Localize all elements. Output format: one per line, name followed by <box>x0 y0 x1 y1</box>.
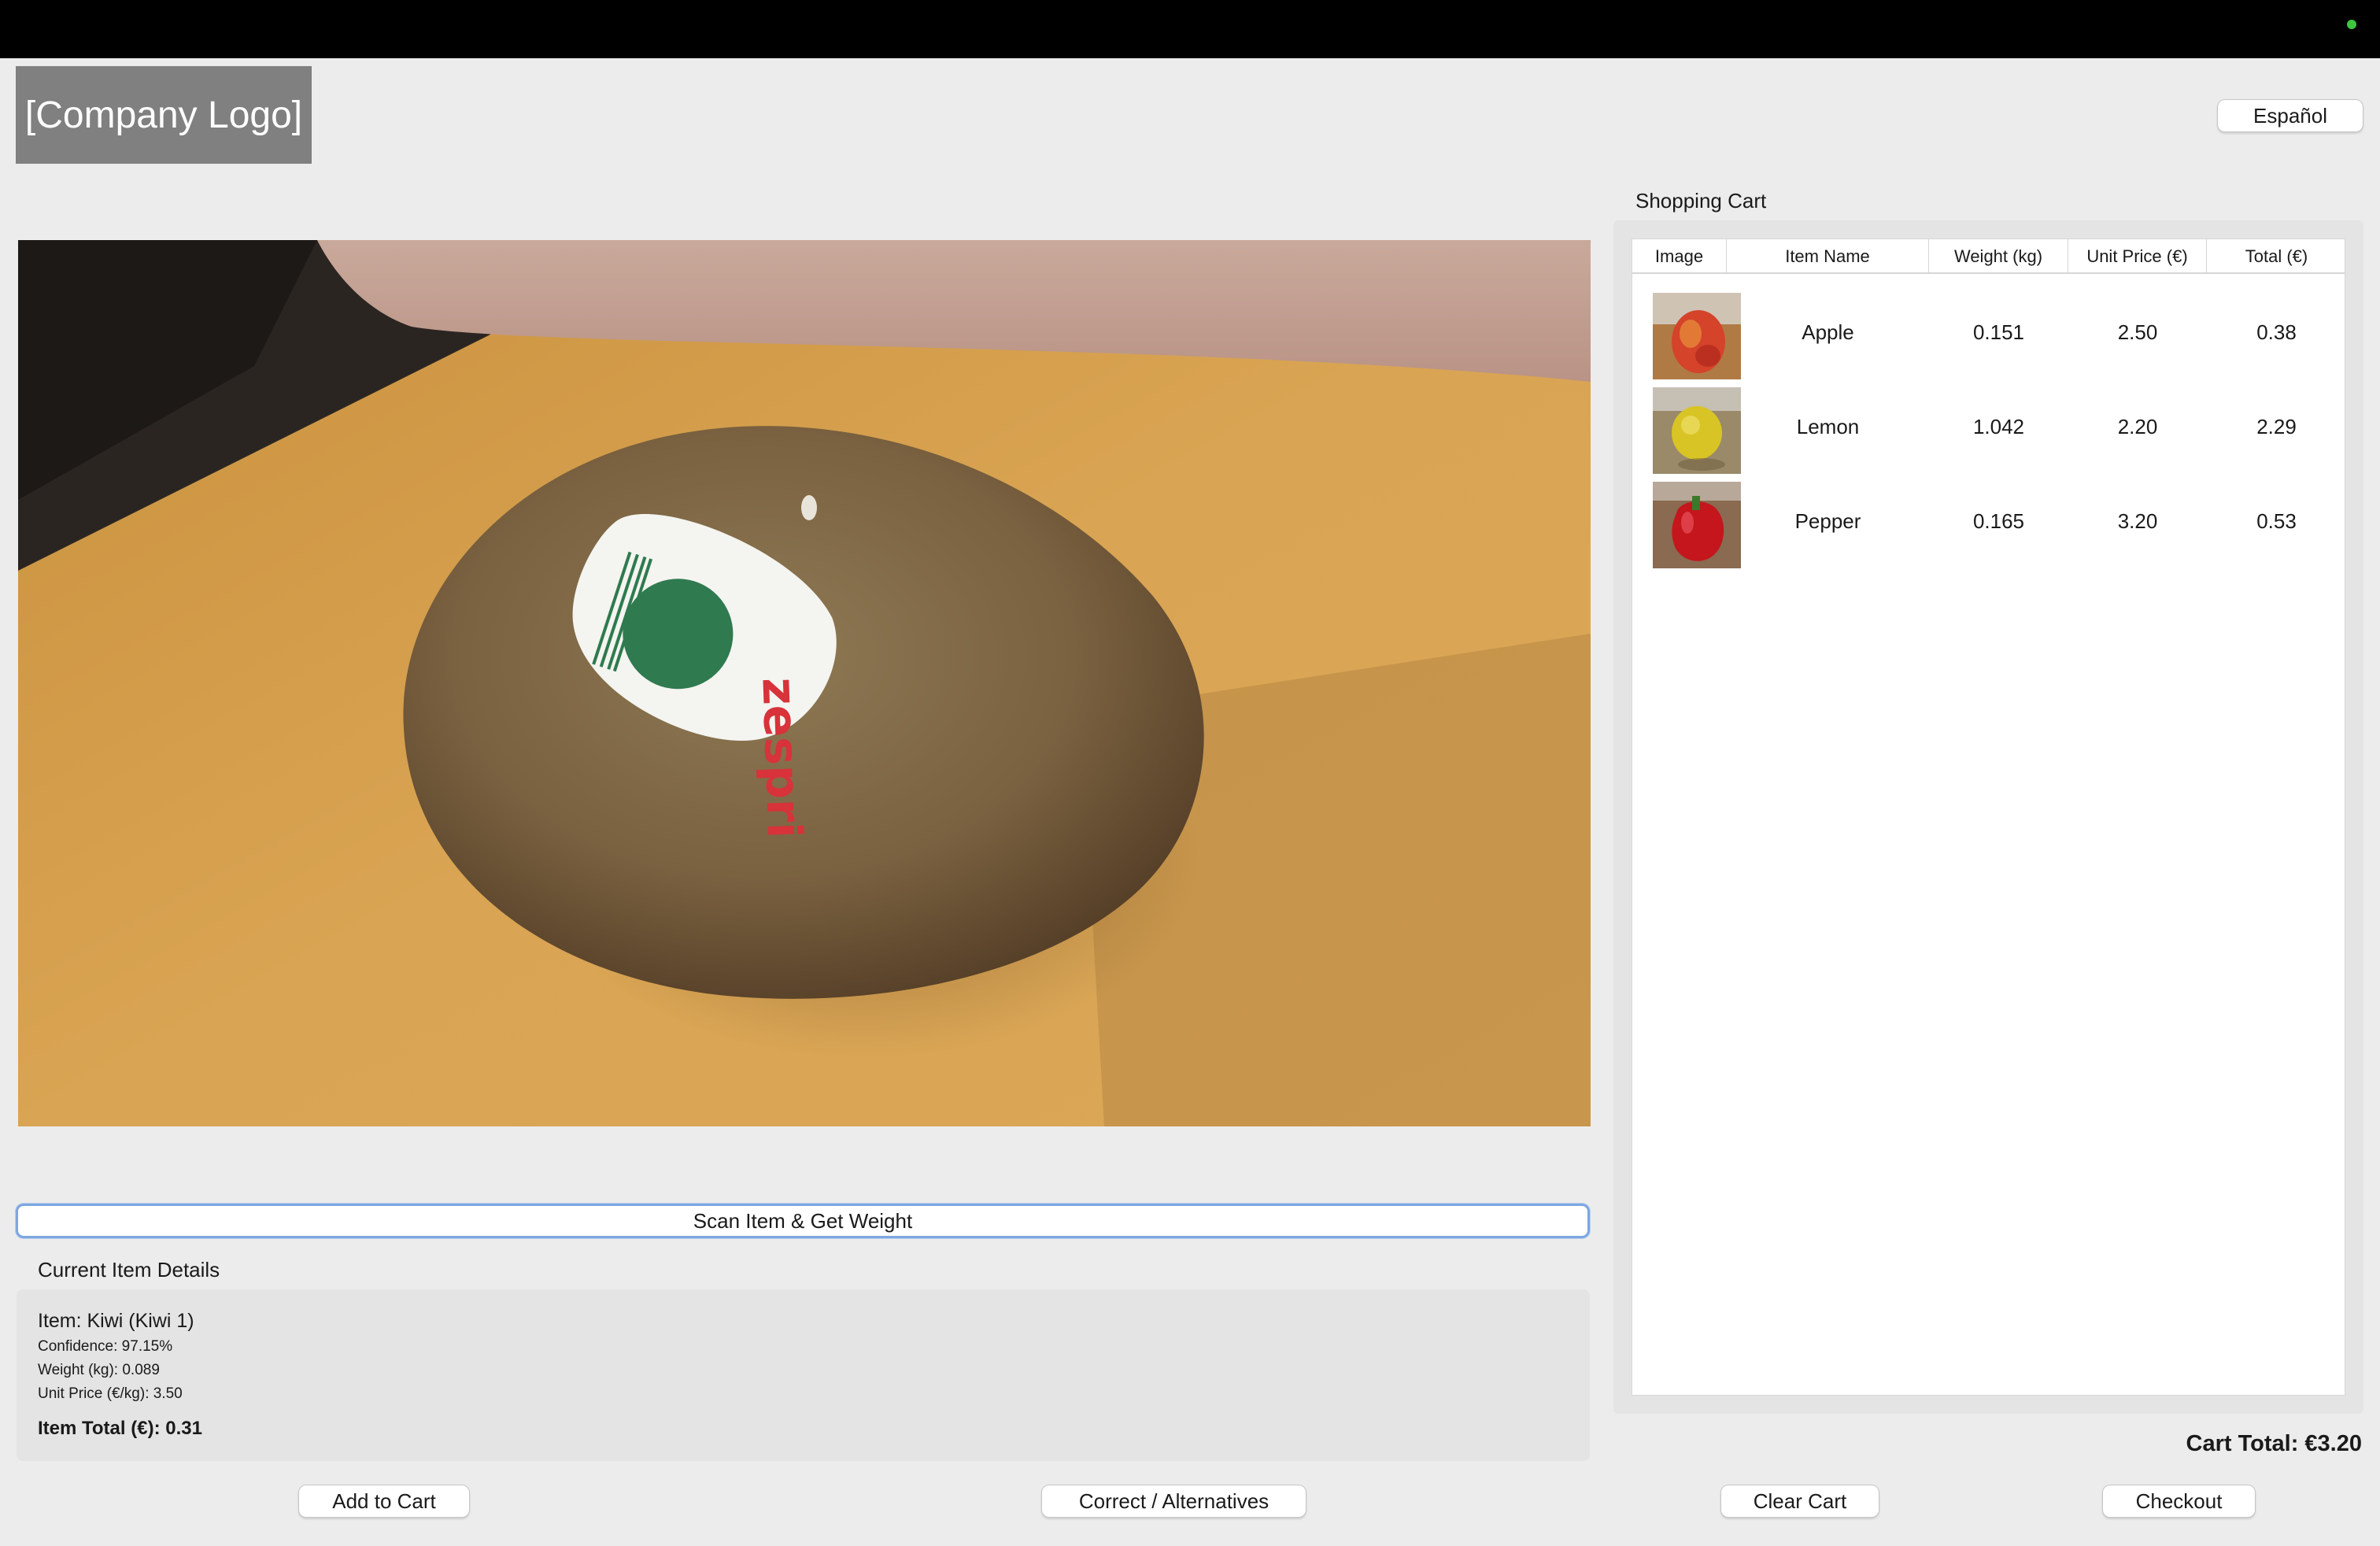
company-logo: [Company Logo] <box>16 66 312 164</box>
cart-item-total: 0.38 <box>2256 320 2297 344</box>
current-item-confidence: Confidence: 97.15% <box>38 1338 173 1355</box>
shopping-cart-table[interactable]: Image Item Name Weight (kg) Unit Price (… <box>1632 239 2345 1396</box>
current-item-details: Item: Kiwi (Kiwi 1) Confidence: 97.15% W… <box>17 1289 1590 1461</box>
column-header-image[interactable]: Image <box>1632 239 1727 274</box>
cart-row[interactable]: Lemon 1.042 2.20 2.29 <box>1632 379 2345 474</box>
cart-item-unit-price: 2.20 <box>2117 414 2158 438</box>
cart-item-name: Lemon <box>1796 414 1860 438</box>
cart-item-name: Pepper <box>1794 509 1861 533</box>
current-item-title: Current Item Details <box>38 1258 220 1282</box>
column-header-total[interactable]: Total (€) <box>2207 239 2346 274</box>
svg-text:zespri: zespri <box>751 676 811 839</box>
cart-row[interactable]: Apple 0.151 2.50 0.38 <box>1632 285 2345 379</box>
cart-item-weight: 0.151 <box>1972 320 2025 344</box>
cart-row[interactable]: Pepper 0.165 3.20 0.53 <box>1632 474 2345 568</box>
clear-cart-button[interactable]: Clear Cart <box>1720 1485 1879 1518</box>
shopping-cart-title: Shopping Cart <box>1635 189 1767 213</box>
cart-item-unit-price: 3.20 <box>2117 509 2158 533</box>
column-header-weight[interactable]: Weight (kg) <box>1929 239 2068 274</box>
column-header-unit-price[interactable]: Unit Price (€) <box>2068 239 2207 274</box>
current-item-name: Item: Kiwi (Kiwi 1) <box>38 1310 194 1332</box>
add-to-cart-button[interactable]: Add to Cart <box>298 1485 470 1518</box>
cart-item-total: 2.29 <box>2256 414 2297 438</box>
cart-total: Cart Total: €3.20 <box>2186 1431 2362 1456</box>
camera-indicator-icon <box>2347 20 2356 29</box>
column-header-item-name[interactable]: Item Name <box>1727 239 1929 274</box>
cart-item-weight: 1.042 <box>1972 414 2025 438</box>
cart-item-name: Apple <box>1802 320 1854 344</box>
current-item-unit-price: Unit Price (€/kg): 3.50 <box>38 1385 183 1402</box>
cart-item-unit-price: 2.50 <box>2117 320 2158 344</box>
current-item-weight: Weight (kg): 0.089 <box>38 1362 160 1378</box>
current-item-total: Item Total (€): 0.31 <box>38 1418 202 1439</box>
scan-item-button[interactable]: Scan Item & Get Weight <box>16 1204 1590 1238</box>
top-bar <box>0 0 2380 58</box>
cart-table-header: Image Item Name Weight (kg) Unit Price (… <box>1632 239 2345 274</box>
correct-alternatives-button[interactable]: Correct / Alternatives <box>1041 1485 1306 1518</box>
cart-item-total: 0.53 <box>2256 509 2297 533</box>
language-button[interactable]: Español <box>2217 99 2363 132</box>
checkout-button[interactable]: Checkout <box>2102 1485 2256 1518</box>
cart-item-weight: 0.165 <box>1972 509 2025 533</box>
camera-feed: zespri <box>18 240 1591 1126</box>
